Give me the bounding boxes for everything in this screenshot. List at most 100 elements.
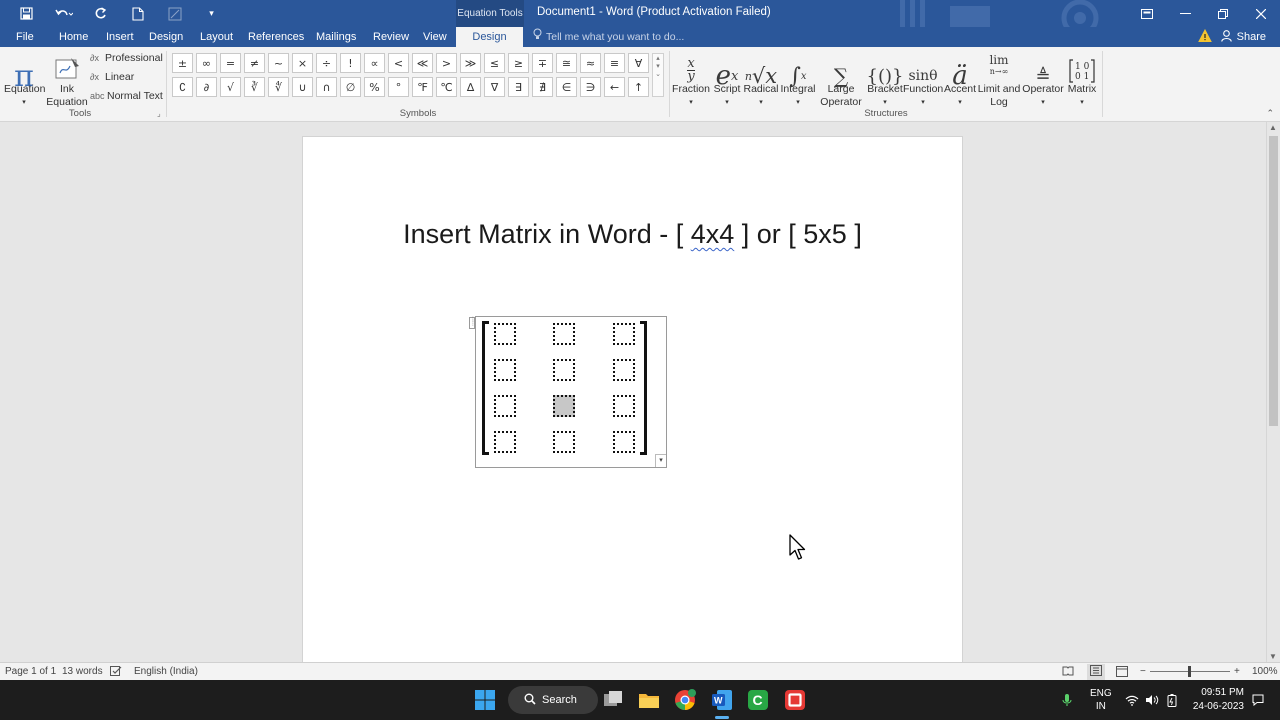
read-mode-icon[interactable] [1062, 666, 1074, 679]
save-icon[interactable] [8, 0, 45, 27]
symbol-button[interactable]: ∂ [196, 77, 217, 97]
warning-icon[interactable] [1198, 28, 1212, 43]
symbol-button[interactable]: ∩ [316, 77, 337, 97]
symbol-button[interactable]: ← [604, 77, 625, 97]
equation-button[interactable]: π Equation ▾ [4, 49, 45, 109]
matrix-placeholder-cell[interactable] [494, 395, 516, 417]
symbol-button[interactable]: ∋ [580, 77, 601, 97]
symbol-button[interactable]: √ [220, 77, 241, 97]
scrollbar-thumb[interactable] [1269, 136, 1278, 426]
normal-text-button[interactable]: abc Normal Text [90, 90, 163, 102]
symbol-button[interactable]: ∃ [508, 77, 529, 97]
draw-table-icon[interactable] [156, 0, 193, 27]
camtasia-red-icon[interactable] [783, 688, 807, 712]
customize-qat-icon[interactable]: ▾ [193, 0, 230, 27]
equation-container[interactable]: ⋮ ⋮ ▾ [469, 316, 667, 468]
file-explorer-icon[interactable] [637, 688, 661, 712]
bracket-button[interactable]: {()} Bracket ▾ [866, 49, 904, 109]
linear-button[interactable]: ∂x Linear [90, 71, 134, 83]
language-indicator[interactable]: English (India) [134, 666, 198, 677]
symbol-button[interactable]: ∜ [268, 77, 289, 97]
ribbon-display-options-icon[interactable] [1128, 0, 1166, 27]
symbol-button[interactable]: ∛ [244, 77, 265, 97]
microphone-icon[interactable] [1062, 680, 1072, 720]
matrix-placeholder-cell[interactable] [553, 359, 575, 381]
symbol-button[interactable]: ℉ [412, 77, 433, 97]
tools-dialog-launcher-icon[interactable]: ⌟ [157, 109, 161, 118]
matrix-placeholder-cell[interactable] [553, 395, 575, 417]
tab-references[interactable]: References [248, 27, 304, 47]
accent-button[interactable]: ä Accent ▾ [943, 49, 977, 109]
tab-design[interactable]: Design [149, 27, 183, 47]
symbol-button[interactable]: ∇ [484, 77, 505, 97]
battery-icon[interactable] [1166, 680, 1178, 720]
large-operator-button[interactable]: ∑ Large Operator [817, 49, 865, 109]
tab-review[interactable]: Review [373, 27, 409, 47]
matrix-button[interactable]: 1 00 1 Matrix ▾ [1065, 49, 1099, 109]
symbol-button[interactable]: < [388, 53, 409, 73]
symbol-button[interactable]: ! [340, 53, 361, 73]
tab-view[interactable]: View [423, 27, 447, 47]
symbol-button[interactable]: ∁ [172, 77, 193, 97]
symbol-button[interactable]: ≡ [604, 53, 625, 73]
scroll-down-icon[interactable]: ▼ [1269, 652, 1277, 661]
undo-icon[interactable] [45, 0, 82, 27]
symbol-button[interactable]: ≫ [460, 53, 481, 73]
symbol-button[interactable]: ≤ [484, 53, 505, 73]
symbol-button[interactable]: ∀ [628, 53, 649, 73]
volume-icon[interactable] [1145, 680, 1159, 720]
radical-button[interactable]: n √x Radical ▾ [743, 49, 779, 109]
symbol-button[interactable]: > [436, 53, 457, 73]
matrix-placeholder-cell[interactable] [613, 359, 635, 381]
tab-insert[interactable]: Insert [106, 27, 134, 47]
close-icon[interactable] [1242, 0, 1280, 27]
symbol-button[interactable]: ≅ [556, 53, 577, 73]
symbol-button[interactable]: = [220, 53, 241, 73]
professional-button[interactable]: ∂x Professional [90, 52, 163, 64]
symbol-button[interactable]: ↑ [628, 77, 649, 97]
tab-mailings[interactable]: Mailings [316, 27, 356, 47]
chrome-icon[interactable] [673, 688, 697, 712]
share-button[interactable]: Share [1220, 27, 1266, 47]
matrix-placeholder-cell[interactable] [613, 395, 635, 417]
equation-options-dropdown[interactable]: ▾ [655, 454, 666, 467]
limit-log-button[interactable]: lim n→∞ Limit and Log [977, 49, 1021, 109]
symbol-button[interactable]: ∈ [556, 77, 577, 97]
symbol-button[interactable]: ° [388, 77, 409, 97]
ink-equation-button[interactable]: Ink Equation [46, 49, 88, 109]
symbol-button[interactable]: ≪ [412, 53, 433, 73]
new-document-icon[interactable] [119, 0, 156, 27]
word-app-icon[interactable]: W [710, 688, 734, 712]
heading-misspelled-word[interactable]: 4x4 [691, 219, 735, 249]
scroll-up-icon[interactable]: ▲ [1269, 123, 1277, 132]
matrix-placeholder-cell[interactable] [553, 431, 575, 453]
zoom-slider-thumb[interactable] [1188, 666, 1191, 677]
symbol-button[interactable]: ∪ [292, 77, 313, 97]
redo-icon[interactable] [82, 0, 119, 27]
tell-me-box[interactable]: Tell me what you want to do... [533, 27, 684, 47]
print-layout-icon[interactable] [1087, 664, 1105, 680]
matrix-placeholder-cell[interactable] [613, 323, 635, 345]
camtasia-green-icon[interactable]: C [746, 688, 770, 712]
language-switcher[interactable]: ENG IN [1090, 680, 1112, 720]
zoom-out-icon[interactable]: − [1140, 666, 1146, 677]
symbol-button[interactable]: ≥ [508, 53, 529, 73]
task-view-icon[interactable] [601, 688, 625, 712]
matrix-placeholder-cell[interactable] [494, 359, 516, 381]
taskbar-search[interactable]: Search [508, 686, 598, 714]
web-layout-icon[interactable] [1116, 666, 1128, 680]
symbol-button[interactable]: ∆ [460, 77, 481, 97]
symbol-button[interactable]: ≠ [244, 53, 265, 73]
vertical-scrollbar[interactable]: ▲ ▼ [1266, 122, 1280, 662]
symbol-button[interactable]: ± [172, 53, 193, 73]
matrix-placeholder-cell[interactable] [494, 323, 516, 345]
operator-button[interactable]: ≜ Operator ▾ [1021, 49, 1065, 109]
document-heading[interactable]: Insert Matrix in Word - [ 4x4 ] or [ 5x5… [303, 219, 962, 250]
proofing-icon[interactable] [110, 666, 122, 680]
tab-layout[interactable]: Layout [200, 27, 233, 47]
matrix-placeholder-cell[interactable] [494, 431, 516, 453]
symbol-button[interactable]: ∝ [364, 53, 385, 73]
symbols-scroll[interactable]: ▴ ▾ ⌄ [652, 53, 664, 97]
zoom-level[interactable]: 100% [1252, 666, 1278, 677]
fraction-button[interactable]: xy Fraction ▾ [671, 49, 711, 109]
